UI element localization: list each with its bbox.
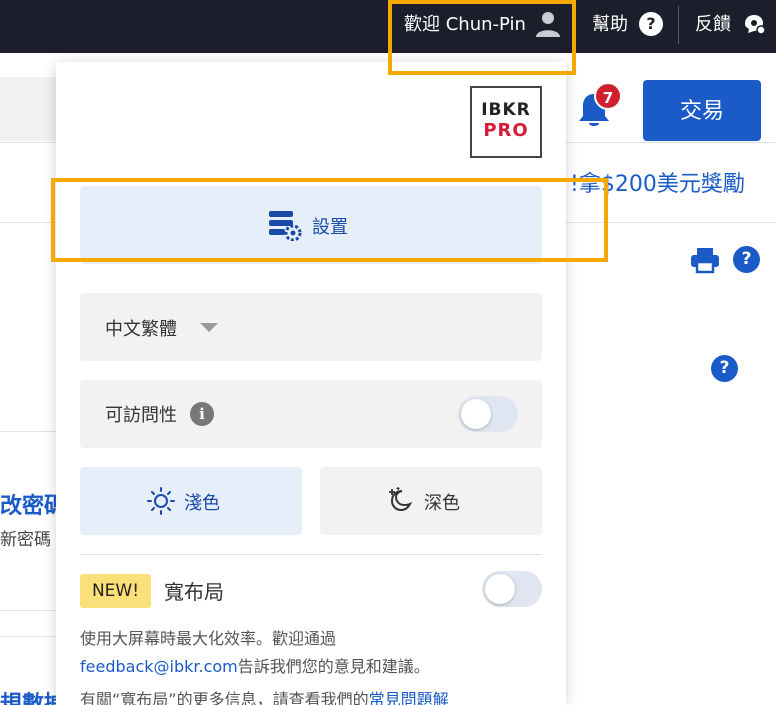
accessibility-row: 可訪問性 i — [80, 380, 542, 448]
toggle-knob — [485, 574, 515, 604]
accessibility-label: 可訪問性 — [105, 405, 177, 426]
help-link[interactable]: 幫助 — [592, 10, 628, 36]
wide-layout-toggle[interactable] — [482, 571, 542, 607]
help-icon[interactable]: ? — [733, 246, 760, 273]
light-theme-button[interactable]: 淺色 — [80, 467, 302, 535]
sun-icon — [147, 487, 175, 515]
accessibility-toggle[interactable] — [458, 396, 518, 432]
ibkr-pro-logo: IBKR PRO — [470, 86, 542, 158]
left-content-clip: 改密碼 新密碼 規數據 — [0, 0, 58, 705]
change-password-subtitle: 新密碼 — [0, 530, 51, 550]
wide-layout-label: 寬布局 — [164, 580, 224, 604]
change-password-title[interactable]: 改密碼 — [0, 488, 58, 520]
divider — [0, 431, 58, 432]
logo-text-top: IBKR — [481, 100, 531, 120]
dark-theme-button[interactable]: 深色 — [320, 467, 542, 535]
caret-down-icon — [200, 323, 218, 332]
divider — [0, 610, 58, 611]
section-title[interactable]: 規數據 — [0, 686, 58, 705]
feedback-icon[interactable] — [743, 12, 767, 36]
print-icon[interactable] — [690, 246, 720, 274]
moon-icon — [389, 487, 413, 512]
help-icon[interactable]: ? — [711, 355, 738, 382]
toggle-knob — [461, 399, 491, 429]
description-text: 有關“寬布局”的更多信息，請查看我們的 — [80, 690, 369, 705]
wide-layout-description: 使用大屏幕時最大化效率。歡迎通過 — [80, 629, 337, 648]
highlight-box — [388, 0, 576, 75]
wide-layout-description-3: 有關“寬布局”的更多信息，請查看我們的常見問題解 — [80, 686, 449, 705]
light-theme-label: 淺色 — [184, 493, 220, 514]
help-icon[interactable]: ? — [639, 12, 663, 36]
user-menu-panel: IBKR PRO 設置 中文繁體 可訪問性 i 淺色 深色 NEW! 寬布局 使… — [56, 62, 566, 705]
feedback-link[interactable]: 反饋 — [695, 10, 731, 36]
new-badge: NEW! — [80, 574, 151, 608]
faq-link[interactable]: 常見問題解 — [369, 690, 449, 705]
logo-text-bottom: PRO — [483, 120, 529, 141]
highlight-box — [51, 178, 608, 262]
dark-theme-label: 深色 — [424, 493, 460, 514]
divider — [0, 636, 58, 637]
notification-count-badge: 7 — [594, 82, 622, 110]
info-icon[interactable]: i — [190, 402, 214, 426]
language-selected-value: 中文繁體 — [105, 319, 177, 340]
topbar-divider — [678, 6, 679, 44]
wide-layout-description-2: feedback@ibkr.com告訴我們您的意見和建議。 — [80, 653, 430, 677]
trade-button[interactable]: 交易 — [643, 80, 761, 141]
feedback-email-link[interactable]: feedback@ibkr.com — [80, 657, 238, 676]
divider — [80, 554, 542, 555]
description-text: 告訴我們您的意見和建議。 — [237, 657, 430, 676]
language-select[interactable]: 中文繁體 — [80, 293, 542, 361]
